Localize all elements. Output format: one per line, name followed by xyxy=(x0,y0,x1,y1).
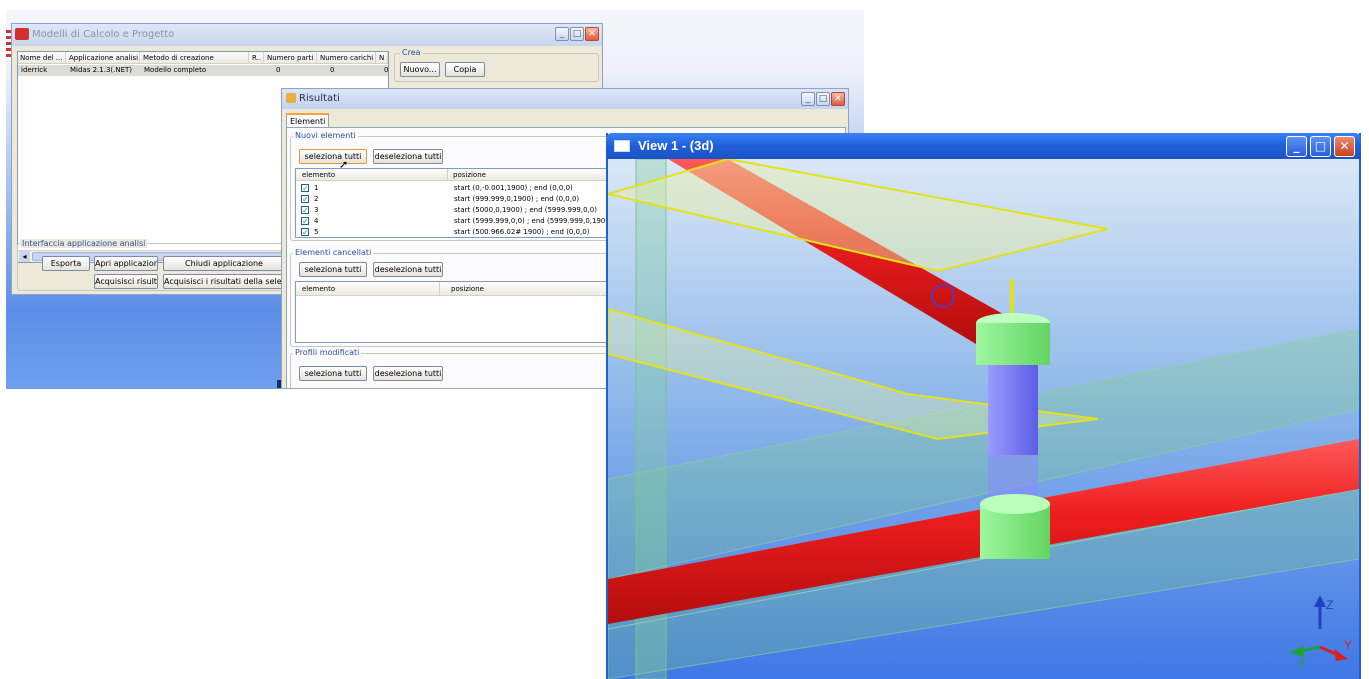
results-window-title: Risultati xyxy=(299,93,340,104)
checkbox[interactable]: ✓ xyxy=(301,206,309,215)
row-loads: 0 xyxy=(330,66,335,74)
3d-viewport[interactable]: Z Y X xyxy=(608,159,1359,679)
row-n: 0 xyxy=(384,66,389,74)
maximize-button[interactable]: □ xyxy=(816,92,830,106)
close-button[interactable]: ✕ xyxy=(1334,136,1355,157)
close-app-button[interactable]: Chiudi applicazione xyxy=(163,256,285,271)
interface-group: Interfaccia applicazione analisi Esporta… xyxy=(17,239,287,291)
maximize-button[interactable]: □ xyxy=(1310,136,1331,157)
col-parts[interactable]: Numero parti xyxy=(265,52,317,64)
app-logo-icon xyxy=(15,28,29,40)
minimize-button[interactable]: _ xyxy=(1286,136,1307,157)
element-id: 2 xyxy=(314,195,319,203)
axis-z-label: Z xyxy=(1326,598,1333,612)
minimize-button[interactable]: _ xyxy=(801,92,815,106)
col-loads[interactable]: Numero carichi xyxy=(318,52,376,64)
maximize-button[interactable]: □ xyxy=(570,27,584,41)
row-parts: 0 xyxy=(276,66,281,74)
col-name[interactable]: Nome del ... xyxy=(18,52,66,64)
element-position: start (999.999,0,1900) ; end (0,0,0) xyxy=(454,195,580,203)
element-position: start (500.966.02# 1900) ; end (0,0,0) xyxy=(454,228,590,236)
new-button[interactable]: Nuovo... xyxy=(400,62,440,77)
table-row[interactable]: iderrick Midas 2.1.3(.NET) Modello compl… xyxy=(18,65,388,76)
interface-title: Interfaccia applicazione analisi xyxy=(20,239,148,248)
axis-x-label: X xyxy=(1298,656,1306,670)
view-titlebar[interactable]: View 1 - (3d) _ □ ✕ xyxy=(606,133,1361,159)
row-app: Midas 2.1.3(.NET) xyxy=(70,66,133,74)
view-window-title: View 1 - (3d) xyxy=(638,138,714,153)
acquire-selection-button[interactable]: Acquisisci i risultati della selezione xyxy=(163,274,287,289)
col-elemento[interactable]: elemento xyxy=(300,169,448,181)
element-id: 5 xyxy=(314,228,319,236)
acquire-results-button[interactable]: Acquisisci risultati xyxy=(94,274,158,289)
select-all-button[interactable]: seleziona tutti xyxy=(299,149,367,164)
element-id: 4 xyxy=(314,217,319,225)
element-id: 3 xyxy=(314,206,319,214)
open-app-button[interactable]: Apri applicazione xyxy=(94,256,158,271)
col-elemento[interactable]: elemento xyxy=(300,282,440,296)
deselect-all-button[interactable]: deseleziona tutti xyxy=(373,149,443,164)
select-all-button[interactable]: seleziona tutti xyxy=(299,366,367,381)
column-cap xyxy=(976,323,1050,365)
copy-button[interactable]: Copia xyxy=(445,62,485,77)
select-all-button[interactable]: seleziona tutti xyxy=(299,262,367,277)
element-position: start (5000,0,1900) ; end (5999.999,0,0) xyxy=(454,206,597,214)
checkbox[interactable]: ✓ xyxy=(301,217,309,226)
row-method: Modello completo xyxy=(144,66,207,74)
new-elements-title: Nuovi elementi xyxy=(293,131,358,140)
col-n[interactable]: N xyxy=(377,52,388,64)
results-window-icon xyxy=(286,93,296,103)
view-window: View 1 - (3d) _ □ ✕ Z Y X xyxy=(606,133,1361,679)
element-id: 1 xyxy=(314,184,319,192)
tab-elementi[interactable]: Elementi xyxy=(286,113,330,127)
results-titlebar[interactable]: Risultati _ □ ✕ xyxy=(282,89,848,109)
element-position: start (5999.999,0,0) ; end (5999.999,0,1… xyxy=(454,217,613,225)
modified-profiles-title: Profili modificati xyxy=(293,348,362,357)
models-titlebar[interactable]: Modelli di Calcolo e Progetto _ □ ✕ xyxy=(12,24,602,46)
close-button[interactable]: ✕ xyxy=(831,92,845,106)
row-name: iderrick xyxy=(21,66,48,74)
deleted-elements-title: Elementi cancellati xyxy=(293,248,374,257)
models-table-header: Nome del ... Applicazione analisi Metodo… xyxy=(18,52,388,64)
col-app[interactable]: Applicazione analisi xyxy=(67,52,140,64)
minimize-button[interactable]: _ xyxy=(555,27,569,41)
checkbox[interactable]: ✓ xyxy=(301,228,309,237)
col-method[interactable]: Metodo di creazione xyxy=(141,52,249,64)
element-position: start (0,-0.001,1900) ; end (0,0,0) xyxy=(454,184,573,192)
crea-group: Crea Nuovo... Copia xyxy=(394,48,599,82)
column-shaft xyxy=(988,365,1038,455)
col-r[interactable]: R.. xyxy=(250,52,264,64)
close-button[interactable]: ✕ xyxy=(585,27,599,41)
checkbox[interactable]: ✓ xyxy=(301,195,309,204)
view-window-icon xyxy=(614,140,630,152)
models-window-title: Modelli di Calcolo e Progetto xyxy=(32,29,175,40)
checkbox[interactable]: ✓ xyxy=(301,184,309,193)
export-button[interactable]: Esporta xyxy=(42,256,90,271)
deselect-all-button[interactable]: deseleziona tutti xyxy=(373,366,443,381)
deselect-all-button[interactable]: deseleziona tutti xyxy=(373,262,443,277)
column-base-top xyxy=(980,494,1050,514)
crea-title: Crea xyxy=(400,48,423,57)
axis-y-label: Y xyxy=(1344,638,1352,652)
